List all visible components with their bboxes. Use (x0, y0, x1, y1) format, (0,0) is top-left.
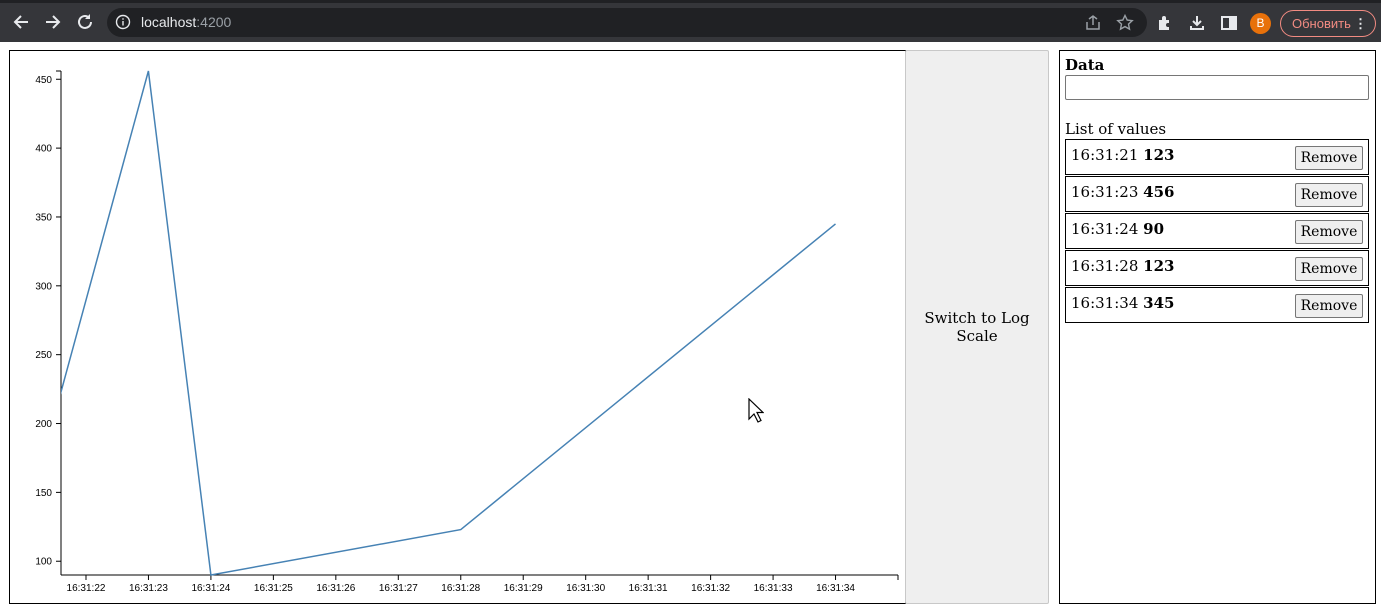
y-tick-label: 450 (35, 75, 52, 86)
remove-button[interactable]: Remove (1295, 146, 1363, 170)
reload-icon[interactable] (72, 9, 98, 35)
x-tick-label: 16:31:23 (129, 583, 168, 594)
site-info-icon[interactable] (115, 14, 131, 30)
x-tick-label: 16:31:29 (504, 583, 543, 594)
y-tick-label: 250 (35, 350, 52, 361)
value-number: 123 (1143, 257, 1175, 275)
list-item: 16:31:24 90 Remove (1065, 213, 1369, 249)
value-entry: 16:31:23 456 (1071, 183, 1174, 201)
remove-button[interactable]: Remove (1295, 294, 1363, 318)
forward-icon[interactable] (40, 9, 66, 35)
data-input[interactable] (1065, 75, 1369, 100)
value-list: 16:31:21 123 Remove 16:31:23 456 Remove 16:3… (1065, 139, 1370, 323)
value-timestamp: 16:31:23 (1071, 183, 1139, 201)
y-tick-label: 150 (35, 488, 52, 499)
side-panel-icon[interactable] (1220, 14, 1238, 32)
share-icon[interactable] (1084, 14, 1102, 32)
x-tick-label: 16:31:22 (67, 583, 106, 594)
x-tick-label: 16:31:34 (816, 583, 855, 594)
value-entry: 16:31:21 123 (1071, 146, 1174, 164)
extensions-icon[interactable] (1156, 14, 1174, 32)
x-tick-label: 16:31:26 (316, 583, 355, 594)
list-item: 16:31:28 123 Remove (1065, 250, 1369, 286)
value-number: 345 (1143, 294, 1175, 312)
value-entry: 16:31:28 123 (1071, 257, 1174, 275)
browser-toolbar: localhost:4200 B Обновить ⋮ (0, 0, 1381, 42)
x-tick-label: 16:31:28 (441, 583, 480, 594)
download-icon[interactable] (1188, 14, 1206, 32)
browser-menu-icon[interactable]: ⋮ (1354, 11, 1367, 36)
y-tick-label: 350 (35, 212, 52, 223)
value-timestamp: 16:31:28 (1071, 257, 1139, 275)
list-item: 16:31:23 456 Remove (1065, 176, 1369, 212)
bookmark-star-icon[interactable] (1116, 14, 1134, 32)
x-tick-label: 16:31:32 (691, 583, 730, 594)
x-tick-label: 16:31:27 (379, 583, 418, 594)
url-text: localhost:4200 (141, 14, 232, 30)
remove-button[interactable]: Remove (1295, 257, 1363, 281)
chart-panel: 100 150 200 250 300 350 400 450 16:31:22 16:31:23… (9, 50, 906, 604)
series-line (61, 70, 836, 576)
update-browser-button[interactable]: Обновить ⋮ (1280, 10, 1376, 37)
value-timestamp: 16:31:34 (1071, 294, 1139, 312)
x-tick-label: 16:31:30 (566, 583, 605, 594)
back-icon[interactable] (8, 9, 34, 35)
x-tick-label: 16:31:25 (254, 583, 293, 594)
value-entry: 16:31:24 90 (1071, 220, 1164, 238)
value-number: 456 (1143, 183, 1175, 201)
value-entry: 16:31:34 345 (1071, 294, 1174, 312)
list-item: 16:31:34 345 Remove (1065, 287, 1369, 323)
x-tick-label: 16:31:31 (629, 583, 668, 594)
value-timestamp: 16:31:21 (1071, 146, 1139, 164)
value-number: 90 (1143, 220, 1165, 238)
address-bar[interactable]: localhost:4200 (107, 8, 1147, 37)
profile-avatar[interactable]: B (1250, 13, 1271, 34)
list-item: 16:31:21 123 Remove (1065, 139, 1369, 175)
data-label: Data (1065, 56, 1105, 74)
value-timestamp: 16:31:24 (1071, 220, 1139, 238)
line-chart: 100 150 200 250 300 350 400 450 16:31:22 16:31:23… (35, 70, 899, 594)
x-tick-label: 16:31:33 (754, 583, 793, 594)
y-tick-label: 300 (35, 281, 52, 292)
update-label: Обновить (1292, 16, 1351, 31)
remove-button[interactable]: Remove (1295, 220, 1363, 244)
list-title: List of values (1065, 120, 1167, 138)
y-tick-label: 400 (35, 144, 52, 155)
value-number: 123 (1143, 146, 1175, 164)
switch-log-scale-button[interactable]: Switch to Log Scale (905, 50, 1049, 604)
data-panel: Data List of values 16:31:21 123 Remove 16… (1059, 50, 1376, 604)
remove-button[interactable]: Remove (1295, 183, 1363, 207)
x-tick-label: 16:31:24 (191, 583, 230, 594)
y-tick-label: 100 (35, 557, 52, 568)
mouse-cursor-icon (748, 398, 764, 423)
y-tick-label: 200 (35, 419, 52, 430)
